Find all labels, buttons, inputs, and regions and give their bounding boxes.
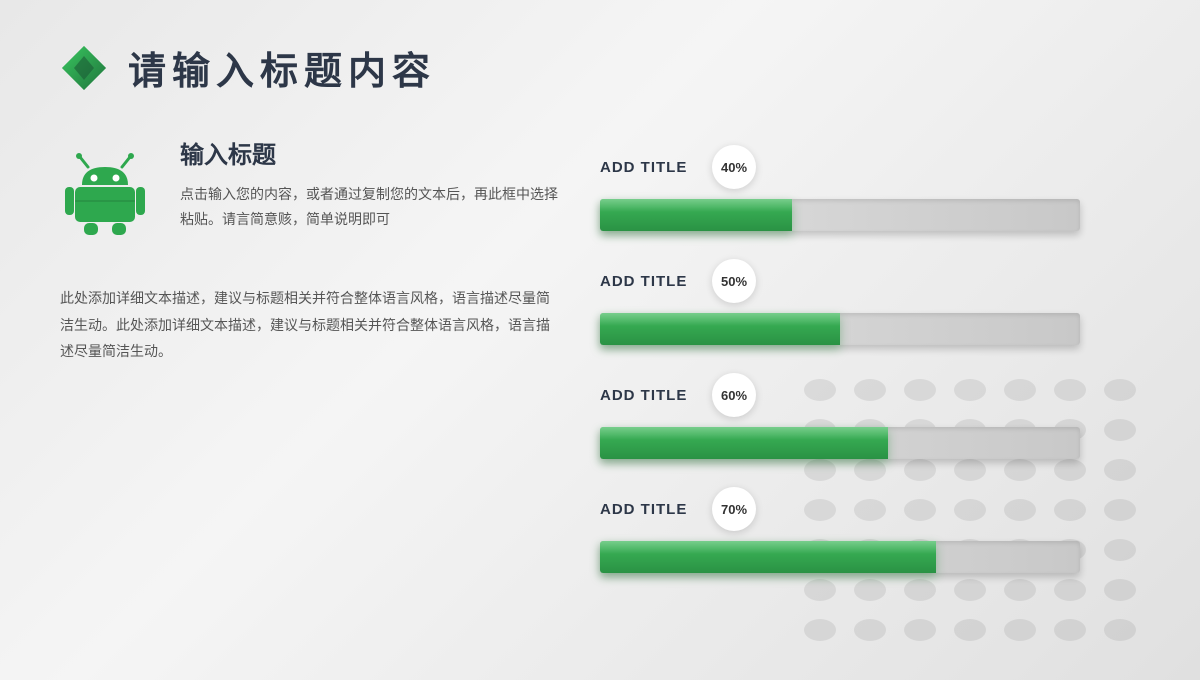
bar-fill-0: [600, 199, 792, 231]
bar-fill-1: [600, 313, 840, 345]
bar-header-3: ADD TITLE 70%: [600, 487, 1080, 531]
bar-label-2: ADD TITLE: [600, 387, 700, 404]
bar-track-0: [600, 199, 1080, 231]
left-section: 输入标题 点击输入您的内容，或者通过复制您的文本后，再此框中选择粘贴。请言简意赅…: [60, 135, 560, 365]
diamond-icon: [60, 44, 108, 92]
bar-track-1: [600, 313, 1080, 345]
bar-item-0: ADD TITLE 40%: [600, 145, 1080, 231]
bar-track-2: [600, 427, 1080, 459]
bar-item-2: ADD TITLE 60%: [600, 373, 1080, 459]
bar-badge-3: 70%: [712, 487, 756, 531]
card-title: 输入标题: [180, 135, 560, 170]
bar-header-2: ADD TITLE 60%: [600, 373, 1080, 417]
card-description: 点击输入您的内容，或者通过复制您的文本后，再此框中选择粘贴。请言简意赅，简单说明…: [180, 182, 560, 232]
card-section: 输入标题 点击输入您的内容，或者通过复制您的文本后，再此框中选择粘贴。请言简意赅…: [60, 135, 560, 235]
bar-track-3: [600, 541, 1080, 573]
bar-badge-0: 40%: [712, 145, 756, 189]
page-title: 请输入标题内容: [128, 40, 436, 95]
bar-item-3: ADD TITLE 70%: [600, 487, 1080, 573]
bar-badge-1: 50%: [712, 259, 756, 303]
card-text: 输入标题 点击输入您的内容，或者通过复制您的文本后，再此框中选择粘贴。请言简意赅…: [180, 135, 560, 232]
bar-header-1: ADD TITLE 50%: [600, 259, 1080, 303]
bar-label-1: ADD TITLE: [600, 273, 700, 290]
bar-badge-2: 60%: [712, 373, 756, 417]
bar-fill-3: [600, 541, 936, 573]
description-text: 此处添加详细文本描述，建议与标题相关并符合整体语言风格，语言描述尽量简洁生动。此…: [60, 285, 560, 365]
android-icon: [60, 145, 150, 235]
bar-label-3: ADD TITLE: [600, 501, 700, 518]
bar-fill-2: [600, 427, 888, 459]
right-section: ADD TITLE 40% ADD TITLE 50% ADD TITLE 60…: [600, 135, 1080, 573]
main-content: 输入标题 点击输入您的内容，或者通过复制您的文本后，再此框中选择粘贴。请言简意赅…: [60, 135, 1140, 573]
bar-label-0: ADD TITLE: [600, 159, 700, 176]
header: 请输入标题内容: [60, 40, 1140, 95]
bar-item-1: ADD TITLE 50%: [600, 259, 1080, 345]
bar-header-0: ADD TITLE 40%: [600, 145, 1080, 189]
